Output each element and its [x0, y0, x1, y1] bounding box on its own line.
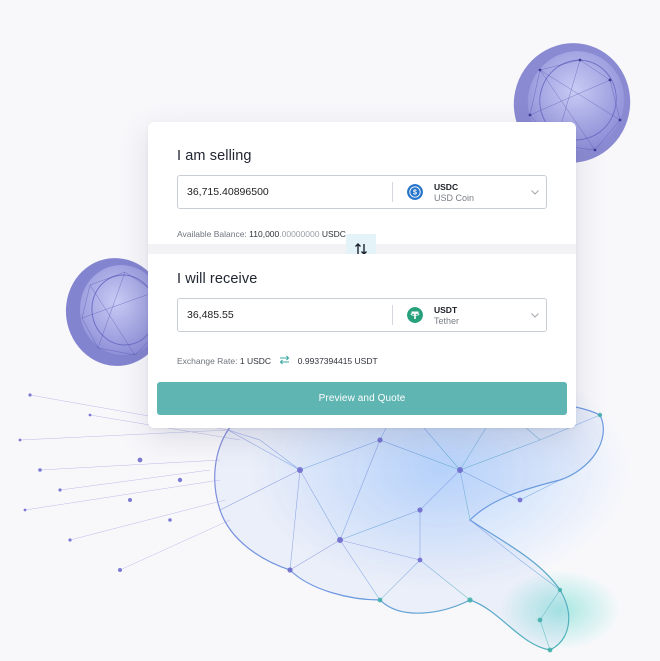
sell-token-symbol: USDC [434, 182, 459, 192]
chevron-down-icon [531, 190, 539, 195]
receive-amount-input[interactable] [187, 299, 387, 331]
balance-unit: USDC [321, 229, 346, 239]
chevron-down-icon [531, 313, 539, 318]
balance-integer: 110,000 [249, 229, 280, 239]
sell-token-select[interactable]: $ USDC USD Coin [404, 176, 544, 208]
sell-amount-input[interactable] [187, 176, 387, 208]
sell-heading: I am selling [177, 148, 252, 164]
tether-icon [407, 307, 423, 323]
receive-field: USDT Tether [177, 298, 547, 332]
balance-fraction: .00000000 [279, 229, 320, 239]
rate-from: 1 USDC [239, 356, 272, 366]
usdc-coin-icon: $ [407, 184, 423, 200]
field-divider [392, 305, 393, 325]
exchange-arrows-icon [280, 355, 290, 365]
receive-token-select[interactable]: USDT Tether [404, 299, 544, 331]
sell-panel: I am selling $ USDC USD Coin Available B… [158, 132, 566, 244]
balance-label: Available Balance: [177, 229, 247, 239]
receive-token-symbol: USDT [434, 305, 458, 315]
preview-and-quote-button[interactable]: Preview and Quote [157, 382, 567, 415]
available-balance: Available Balance: 110,000.00000000 USDC [177, 229, 346, 239]
rate-to: 0.9937394415 USDT [297, 356, 378, 366]
receive-heading: I will receive [177, 271, 258, 287]
sell-field: $ USDC USD Coin [177, 175, 547, 209]
exchange-rate: Exchange Rate: 1 USDC 0.9937394415 USDT [177, 355, 378, 366]
receive-token-name: Tether [434, 316, 460, 326]
field-divider [392, 182, 393, 202]
swap-card: I am selling $ USDC USD Coin Available B… [148, 122, 576, 428]
svg-text:$: $ [413, 190, 417, 197]
receive-panel: I will receive USDT Tether Exchange Rate… [158, 254, 566, 372]
rate-label: Exchange Rate: [177, 356, 238, 366]
sell-token-name: USD Coin [434, 193, 475, 203]
